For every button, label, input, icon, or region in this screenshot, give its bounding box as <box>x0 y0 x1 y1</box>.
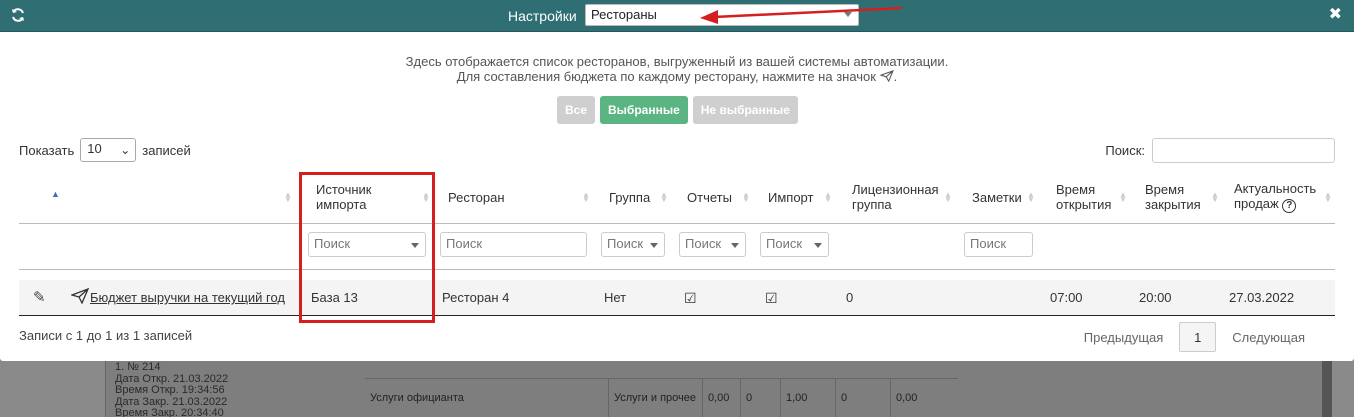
sort-icon[interactable]: ▲ ▼ <box>1324 191 1332 204</box>
cell-open-time: 07:00 <box>1050 290 1083 305</box>
sort-icon[interactable]: ▲ ▼ <box>284 191 292 204</box>
filter-all-button[interactable]: Все <box>557 96 596 124</box>
table-header: ▲ ▲ ▼ Источник импорта ▲ ▼ Ресторан ▲ ▼ Гру… <box>19 170 1335 224</box>
page-1-button[interactable]: 1 <box>1179 322 1217 352</box>
close-icon[interactable]: ✖ <box>1329 7 1342 23</box>
filter-notes-input[interactable]: Поиск <box>964 232 1033 257</box>
filter-group-select[interactable]: Поиск <box>601 232 665 257</box>
filter-reports-select[interactable]: Поиск <box>679 232 746 257</box>
send-icon[interactable] <box>71 288 89 304</box>
filter-selected-button[interactable]: Выбранные <box>600 96 688 124</box>
annotation-highlight-box <box>299 172 435 323</box>
sort-icon[interactable]: ▲ ▼ <box>742 191 750 204</box>
cell-license: 0 <box>846 290 854 305</box>
col-close-time[interactable]: Время закрытия <box>1145 170 1207 224</box>
col-open-time[interactable]: Время открытия <box>1056 170 1118 224</box>
budget-link[interactable]: Бюджет выручки на текущий год <box>90 290 285 305</box>
search-input[interactable] <box>1152 138 1335 163</box>
modal-header: Настройки Рестораны ✖ <box>0 0 1354 32</box>
column-filters: Поиск Поиск Поиск Поиск Поиск Поиск <box>19 224 1335 270</box>
prev-page-button[interactable]: Предыдущая <box>1068 322 1180 352</box>
background-order-info: 1. № 214 Дата Откр. 21.03.2022 Время Отк… <box>115 361 229 417</box>
sort-icon[interactable]: ▲ ▼ <box>1119 191 1127 204</box>
col-restaurant[interactable]: Ресторан <box>448 170 505 224</box>
help-icon[interactable]: ? <box>1282 199 1297 213</box>
filter-buttons: Все Выбранные Не выбранные <box>557 96 798 124</box>
col-group[interactable]: Группа <box>609 170 650 224</box>
intro-text: Здесь отображается список ресторанов, вы… <box>405 54 949 84</box>
cell-group: Нет <box>604 290 627 305</box>
sort-asc-icon[interactable]: ▲ <box>51 189 60 199</box>
restaurants-table: ▲ ▲ ▼ Источник импорта ▲ ▼ Ресторан ▲ ▼ Гру… <box>19 170 1335 316</box>
send-icon <box>879 69 894 83</box>
sort-icon[interactable]: ▲ ▼ <box>582 191 590 204</box>
checkbox-reports[interactable]: ☑ <box>684 290 697 307</box>
chevron-down-icon: ⌄ <box>120 143 131 157</box>
table-info: Записи с 1 до 1 из 1 записей <box>19 328 193 343</box>
sort-icon[interactable]: ▲ ▼ <box>660 191 668 204</box>
col-sales-actuality[interactable]: Актуальность продаж ? <box>1234 170 1324 224</box>
refresh-icon[interactable] <box>10 7 26 23</box>
sort-icon[interactable]: ▲ ▼ <box>824 191 832 204</box>
cell-close-time: 20:00 <box>1139 290 1172 305</box>
col-reports[interactable]: Отчеты <box>687 170 732 224</box>
next-page-button[interactable]: Следующая <box>1216 322 1321 352</box>
cell-restaurant: Ресторан 4 <box>442 290 510 305</box>
table-row: ✎ Бюджет выручки на текущий год База 13 … <box>19 280 1335 316</box>
modal-title: Настройки <box>508 8 577 24</box>
page-length: Показать 10 ⌄ записей <box>19 138 191 162</box>
filter-restaurant-input[interactable]: Поиск <box>440 232 587 257</box>
annotation-arrow <box>700 6 903 24</box>
checkbox-import[interactable]: ☑ <box>765 290 778 307</box>
background-table-row: Услуги официанта Услуги и прочее 0,00 0 … <box>365 378 958 417</box>
table-search: Поиск: <box>1105 138 1335 163</box>
pencil-icon[interactable]: ✎ <box>33 288 46 306</box>
cell-sales-actuality: 27.03.2022 <box>1229 290 1295 305</box>
chevron-down-icon <box>731 243 739 248</box>
page-length-select[interactable]: 10 ⌄ <box>80 138 137 162</box>
settings-modal: Настройки Рестораны ✖ Здесь отображается… <box>0 0 1354 361</box>
sort-icon[interactable]: ▲ ▼ <box>944 191 952 204</box>
filter-import-select[interactable]: Поиск <box>760 232 829 257</box>
background-scrollbar <box>1322 360 1332 417</box>
chevron-down-icon <box>650 243 658 248</box>
col-import[interactable]: Импорт <box>768 170 813 224</box>
sort-icon[interactable]: ▲ ▼ <box>1027 191 1035 204</box>
col-notes[interactable]: Заметки <box>972 170 1022 224</box>
sort-icon[interactable]: ▲ ▼ <box>1211 191 1219 204</box>
chevron-down-icon <box>814 243 822 248</box>
col-license-group[interactable]: Лицензионная группа <box>852 170 947 224</box>
pagination: Предыдущая 1 Следующая <box>1068 322 1321 352</box>
filter-not-selected-button[interactable]: Не выбранные <box>692 96 798 124</box>
